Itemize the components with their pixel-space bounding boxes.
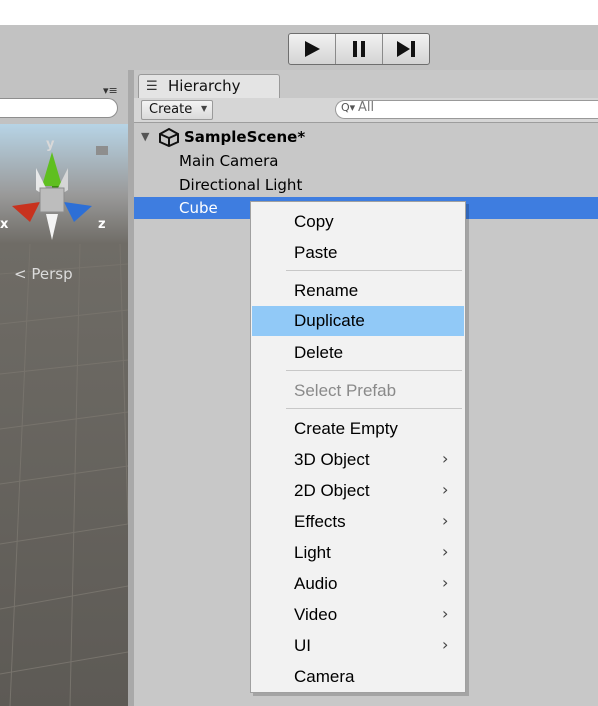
menu-label: UI	[294, 636, 311, 655]
scene-search-input[interactable]	[0, 98, 118, 118]
menu-label: 3D Object	[294, 450, 370, 469]
menu-item-light[interactable]: Light ›	[252, 538, 464, 568]
orientation-gizmo: y x z	[0, 137, 108, 240]
menu-item-copy[interactable]: Copy	[252, 207, 464, 237]
menu-item-audio[interactable]: Audio ›	[252, 569, 464, 599]
step-icon	[397, 41, 415, 57]
menu-item-select-prefab: Select Prefab	[252, 376, 464, 406]
expand-arrow-icon[interactable]: ▼	[141, 130, 149, 143]
gizmo-x-label: x	[0, 217, 9, 232]
menu-item-create-empty[interactable]: Create Empty	[252, 414, 464, 444]
hierarchy-list-icon: ☰	[146, 79, 158, 94]
item-label: Cube	[179, 199, 218, 217]
menu-item-video[interactable]: Video ›	[252, 600, 464, 630]
menu-label: Duplicate	[294, 311, 365, 330]
item-label: Directional Light	[179, 176, 303, 194]
panel-menu-icon[interactable]: ▾≡	[103, 84, 118, 97]
menu-separator	[286, 370, 462, 371]
menu-item-delete[interactable]: Delete	[252, 338, 464, 368]
menu-item-rename[interactable]: Rename	[252, 276, 464, 306]
projection-label: Persp	[31, 265, 73, 283]
menu-item-effects[interactable]: Effects ›	[252, 507, 464, 537]
menu-label: Audio	[294, 574, 338, 593]
projection-toggle[interactable]: < Persp	[14, 265, 73, 283]
gizmo-y-cone	[42, 152, 62, 186]
chevron-down-icon: ▼	[201, 104, 208, 113]
menu-item-2d-object[interactable]: 2D Object ›	[252, 476, 464, 506]
scene-view[interactable]: y x z	[0, 124, 128, 706]
menu-label: Video	[294, 605, 338, 624]
chevron-right-icon: ›	[442, 635, 449, 654]
step-button[interactable]	[383, 34, 429, 64]
menu-label: Copy	[294, 212, 334, 231]
menu-label: Light	[294, 543, 331, 562]
menu-label: Effects	[294, 512, 346, 531]
play-button[interactable]	[289, 34, 336, 64]
create-label: Create	[149, 102, 193, 117]
menu-label: Paste	[294, 243, 338, 262]
chevron-right-icon: ›	[442, 511, 449, 530]
pause-button[interactable]	[336, 34, 383, 64]
play-icon	[305, 41, 320, 57]
menu-separator	[286, 270, 462, 271]
gizmo-y-label: y	[46, 137, 55, 152]
menu-item-ui[interactable]: UI ›	[252, 631, 464, 661]
chevron-left-icon: <	[14, 265, 27, 283]
gizmo-z-cone	[64, 202, 92, 222]
unity-scene-icon	[159, 127, 179, 147]
menu-item-camera[interactable]: Camera	[252, 662, 464, 692]
menu-label: 2D Object	[294, 481, 370, 500]
menu-label: Select Prefab	[294, 381, 397, 400]
hierarchy-item-directional-light[interactable]: Directional Light	[134, 174, 598, 196]
chevron-right-icon: ›	[442, 449, 449, 468]
menu-item-3d-object[interactable]: 3D Object ›	[252, 445, 464, 475]
menu-label: Create Empty	[294, 419, 398, 438]
menu-item-duplicate[interactable]: Duplicate	[252, 306, 464, 336]
pause-icon	[353, 41, 365, 57]
chevron-right-icon: ›	[442, 573, 449, 592]
hierarchy-search-input[interactable]	[335, 100, 598, 119]
menu-separator	[286, 408, 462, 409]
search-icon: Q▾	[341, 101, 356, 114]
top-strip	[0, 0, 598, 25]
hierarchy-tab-label: Hierarchy	[168, 77, 241, 95]
menu-label: Camera	[294, 667, 355, 686]
lock-icon	[96, 146, 108, 155]
scene-name: SampleScene*	[184, 128, 306, 146]
chevron-right-icon: ›	[442, 604, 449, 623]
gizmo-x-cone	[12, 202, 40, 222]
menu-label: Rename	[294, 281, 359, 300]
menu-label: Delete	[294, 343, 344, 362]
chevron-right-icon: ›	[442, 480, 449, 499]
hierarchy-item-main-camera[interactable]: Main Camera	[134, 150, 598, 172]
search-placeholder: All	[358, 100, 375, 115]
gizmo-down-cone	[46, 214, 58, 240]
gizmo-z-label: z	[98, 217, 106, 232]
item-label: Main Camera	[179, 152, 279, 170]
playmode-controls	[288, 33, 430, 65]
chevron-right-icon: ›	[442, 542, 449, 561]
menu-item-paste[interactable]: Paste	[252, 238, 464, 268]
